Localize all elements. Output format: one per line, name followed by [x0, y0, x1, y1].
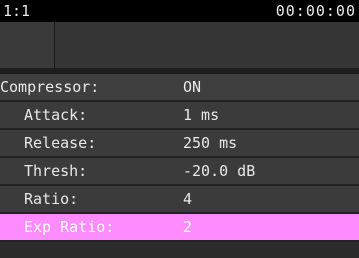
param-label: Ratio: [24, 190, 79, 208]
row-release[interactable]: Release: 250 ms [0, 130, 359, 158]
param-label: Thresh: [24, 162, 88, 180]
param-label: Compressor: [0, 78, 100, 96]
param-value: 2 [183, 218, 193, 236]
row-attack[interactable]: Attack: 1 ms [0, 102, 359, 130]
row-thresh[interactable]: Thresh: -20.0 dB [0, 158, 359, 186]
param-label: Release: [24, 134, 97, 152]
row-ratio[interactable]: Ratio: 4 [0, 186, 359, 214]
device-screen: 1:1 00:00:00 Compressor: ON Attack: 1 ms… [0, 0, 359, 258]
param-value: 1 ms [183, 106, 220, 124]
tab-cell[interactable] [0, 22, 55, 68]
param-label: Attack: [24, 106, 88, 124]
param-value: ON [183, 78, 202, 96]
tab-strip [0, 22, 359, 68]
param-value: 250 ms [183, 134, 238, 152]
time-display: 00:00:00 [275, 2, 356, 20]
param-value: -20.0 dB [183, 162, 256, 180]
row-exp-ratio[interactable]: Exp Ratio: 2 [0, 214, 359, 242]
param-label: Exp Ratio: [24, 218, 115, 236]
parameter-list: Compressor: ON Attack: 1 ms Release: 250… [0, 74, 359, 242]
status-bar: 1:1 00:00:00 [0, 0, 359, 22]
row-compressor[interactable]: Compressor: ON [0, 74, 359, 102]
track-indicator: 1:1 [3, 2, 31, 20]
param-value: 4 [183, 190, 193, 208]
